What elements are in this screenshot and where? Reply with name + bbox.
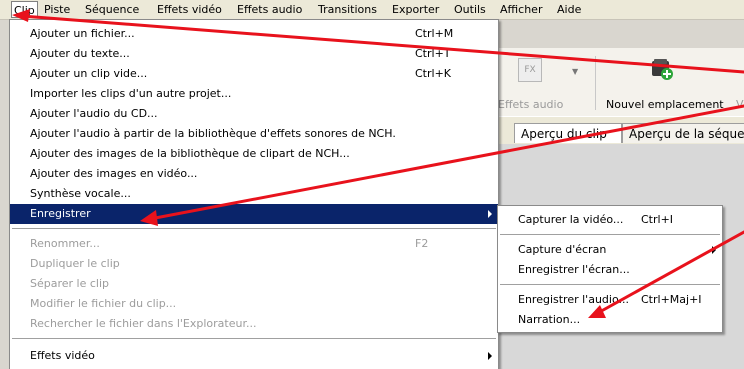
menu-piste[interactable]: Piste bbox=[44, 3, 70, 17]
toolbar-separator bbox=[595, 56, 596, 110]
menu-separator bbox=[500, 234, 720, 236]
menu-separator bbox=[12, 338, 496, 340]
menu-item-renommer[interactable]: Renommer... F2 bbox=[10, 234, 498, 254]
new-bin-icon[interactable] bbox=[650, 57, 674, 81]
submenu-item-capture-ecran[interactable]: Capture d'écran bbox=[498, 240, 722, 260]
menu-afficher[interactable]: Afficher bbox=[500, 3, 542, 17]
audio-effects-icon[interactable]: FX bbox=[518, 58, 542, 82]
menu-item-audio-cd[interactable]: Ajouter l'audio du CD... bbox=[10, 104, 498, 124]
menu-clip[interactable]: Clip bbox=[11, 1, 38, 18]
submenu-item-capturer-video[interactable]: Capturer la vidéo... Ctrl+I bbox=[498, 210, 722, 230]
menu-item-ajouter-texte[interactable]: Ajouter du texte... Ctrl+T bbox=[10, 44, 498, 64]
menu-separator bbox=[500, 284, 720, 286]
submenu-arrow-icon bbox=[488, 352, 492, 360]
submenu-arrow-icon bbox=[488, 210, 492, 218]
submenu-item-narration[interactable]: Narration... bbox=[498, 310, 722, 330]
menu-item-separer[interactable]: Séparer le clip bbox=[10, 274, 498, 294]
menu-item-effets-video[interactable]: Effets vidéo bbox=[10, 346, 498, 366]
menu-exporter[interactable]: Exporter bbox=[392, 3, 439, 17]
menu-item-ajouter-clip-vide[interactable]: Ajouter un clip vide... Ctrl+K bbox=[10, 64, 498, 84]
submenu-item-enregistrer-audio[interactable]: Enregistrer l'audio... Ctrl+Maj+I bbox=[498, 290, 722, 310]
menu-item-clipart[interactable]: Ajouter des images de la bibliothèque de… bbox=[10, 144, 498, 164]
tab-apercu-sequence[interactable]: Aperçu de la séque bbox=[622, 123, 744, 143]
toolbar-cut-label[interactable]: Vi bbox=[736, 98, 744, 111]
nouvel-emplacement-button-label[interactable]: Nouvel emplacement bbox=[606, 98, 724, 111]
preview-tabs: Aperçu du clip Aperçu de la séque bbox=[490, 116, 744, 145]
enregistrer-submenu: Capturer la vidéo... Ctrl+I Capture d'écr… bbox=[497, 205, 723, 333]
menu-item-synthese-vocale[interactable]: Synthèse vocale... bbox=[10, 184, 498, 204]
menu-transitions[interactable]: Transitions bbox=[318, 3, 377, 17]
menu-outils[interactable]: Outils bbox=[454, 3, 486, 17]
submenu-item-enregistrer-ecran[interactable]: Enregistrer l'écran... bbox=[498, 260, 722, 280]
menu-bar: Clip Piste Séquence Effets vidéo Effets … bbox=[0, 0, 744, 20]
menu-item-rechercher-explorateur[interactable]: Rechercher le fichier dans l'Explorateur… bbox=[10, 314, 498, 334]
chevron-down-icon[interactable]: ▼ bbox=[572, 67, 578, 76]
menu-item-audio-bibliotheque[interactable]: Ajouter l'audio à partir de la bibliothè… bbox=[10, 124, 498, 144]
submenu-arrow-icon bbox=[712, 246, 716, 254]
menu-item-importer-clips[interactable]: Importer les clips d'un autre projet... bbox=[10, 84, 498, 104]
menu-item-enregistrer[interactable]: Enregistrer bbox=[10, 204, 498, 224]
menu-item-ajouter-fichier[interactable]: Ajouter un fichier... Ctrl+M bbox=[10, 24, 498, 44]
menu-effets-video[interactable]: Effets vidéo bbox=[157, 3, 222, 17]
effets-audio-button-label[interactable]: Effets audio bbox=[498, 98, 563, 111]
menu-item-modifier-fichier[interactable]: Modifier le fichier du clip... bbox=[10, 294, 498, 314]
menu-effets-audio[interactable]: Effets audio bbox=[237, 3, 302, 17]
menu-item-images-video[interactable]: Ajouter des images en vidéo... bbox=[10, 164, 498, 184]
toolbar: FX ▼ Effets audio Nouvel emplacement Vi bbox=[490, 48, 744, 116]
menu-aide[interactable]: Aide bbox=[557, 3, 581, 17]
menu-sequence[interactable]: Séquence bbox=[85, 3, 139, 17]
tab-apercu-clip[interactable]: Aperçu du clip bbox=[514, 123, 622, 143]
menu-item-dupliquer[interactable]: Dupliquer le clip bbox=[10, 254, 498, 274]
menu-separator bbox=[12, 228, 496, 230]
clip-menu: Ajouter un fichier... Ctrl+M Ajouter du t… bbox=[9, 19, 499, 369]
